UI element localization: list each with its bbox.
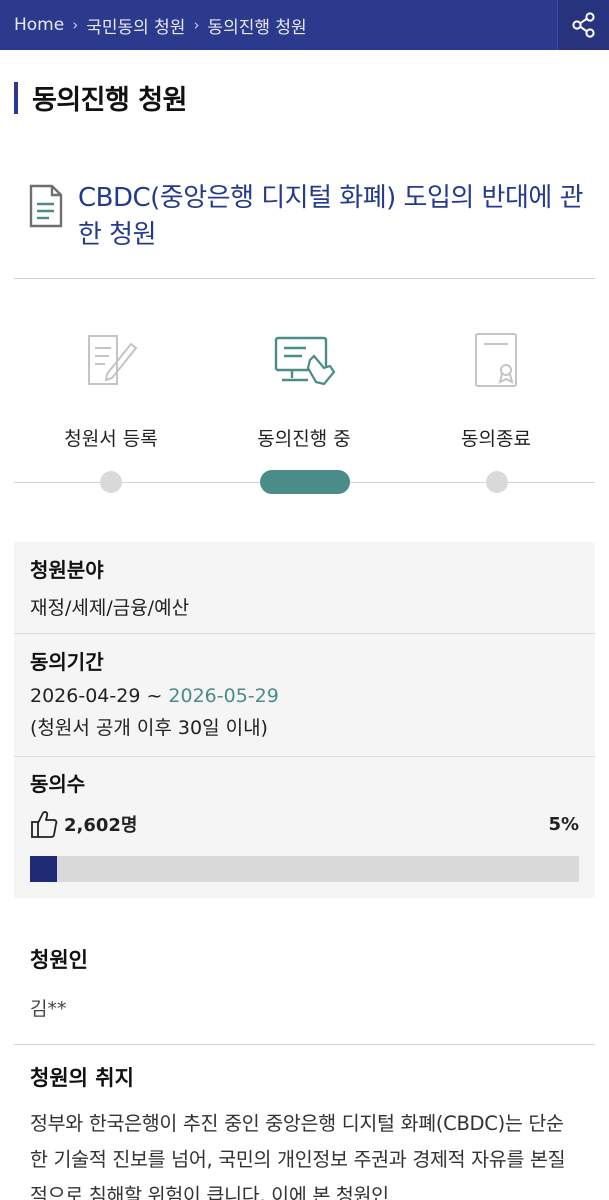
step-registration: 청원서 등록: [16, 320, 206, 451]
petition-title: CBDC(중앙은행 디지털 화폐) 도입의 반대에 관한 청원: [78, 183, 584, 250]
purpose-text: 정부와 한국은행이 추진 중인 중앙은행 디지털 화폐(CBDC)는 단순한 기…: [30, 1112, 566, 1200]
divider: [14, 278, 595, 279]
breadcrumb: Home › 국민동의 청원 › 동의진행 청원: [0, 0, 307, 50]
agree-row: 동의수 2,602명 5%: [14, 768, 595, 839]
breadcrumb-national-petition[interactable]: 국민동의 청원: [86, 13, 185, 38]
chevron-right-icon: ›: [193, 16, 200, 34]
share-icon: [571, 12, 595, 38]
petition-steps: 청원서 등록 동의진행 중 동의종료: [14, 320, 595, 500]
step-closed: 동의종료: [401, 320, 591, 451]
step-dot: [486, 471, 508, 493]
petitioner-label: 청원인: [30, 948, 88, 972]
petition-info-panel: 청원분야 재정/세제/금융/예산 동의기간 2026-04-29 ~ 2026-…: [14, 542, 595, 898]
agree-progress-fill: [30, 856, 58, 882]
step-current-indicator: [260, 470, 350, 494]
page-title: 동의진행 청원: [32, 85, 187, 116]
document-pen-icon: [16, 320, 206, 400]
breadcrumb-home[interactable]: Home: [14, 15, 64, 35]
row-divider: [14, 633, 595, 634]
step-label: 동의진행 중: [257, 428, 351, 450]
row-divider: [14, 756, 595, 757]
step-label: 동의종료: [461, 428, 531, 450]
agree-percent: 5%: [548, 813, 579, 835]
period-value: 2026-04-29 ~ 2026-05-29: [30, 685, 595, 707]
category-value: 재정/세제/금융/예산: [30, 597, 190, 619]
share-button[interactable]: [557, 0, 609, 50]
agree-progress-bar: [30, 856, 579, 882]
agree-count: 2,602명: [64, 815, 138, 836]
petitioner-value: 김**: [30, 998, 67, 1020]
breadcrumb-current[interactable]: 동의진행 청원: [207, 13, 306, 38]
divider: [14, 1044, 595, 1045]
top-bar: Home › 국민동의 청원 › 동의진행 청원: [0, 0, 609, 50]
chevron-right-icon: ›: [72, 16, 79, 34]
thumbs-up-icon: [31, 811, 58, 838]
agree-count-group: 2,602명: [30, 809, 138, 839]
step-label: 청원서 등록: [64, 428, 158, 450]
period-start: 2026-04-29: [30, 685, 141, 707]
heading-accent-bar: [14, 81, 18, 114]
period-row: 동의기간 2026-04-29 ~ 2026-05-29 (청원서 공개 이후 …: [14, 646, 595, 740]
computer-click-icon: [209, 320, 399, 400]
step-dot: [100, 471, 122, 493]
period-label: 동의기간: [30, 650, 104, 674]
period-separator: ~: [140, 685, 169, 707]
agree-count-line: 2,602명 5%: [30, 809, 595, 839]
agree-label: 동의수: [30, 772, 86, 796]
purpose-label: 청원의 취지: [30, 1066, 134, 1090]
section-heading: 동의진행 청원: [14, 78, 187, 117]
category-label: 청원분야: [30, 558, 104, 582]
period-end: 2026-05-29: [168, 685, 279, 707]
period-note: (청원서 공개 이후 30일 이내): [30, 717, 268, 739]
step-in-progress: 동의진행 중: [209, 320, 399, 451]
certificate-icon: [401, 320, 591, 400]
category-row: 청원분야 재정/세제/금융/예산: [14, 554, 595, 620]
petition-title-block: CBDC(중앙은행 디지털 화폐) 도입의 반대에 관한 청원: [28, 180, 588, 254]
document-icon: [28, 184, 68, 254]
